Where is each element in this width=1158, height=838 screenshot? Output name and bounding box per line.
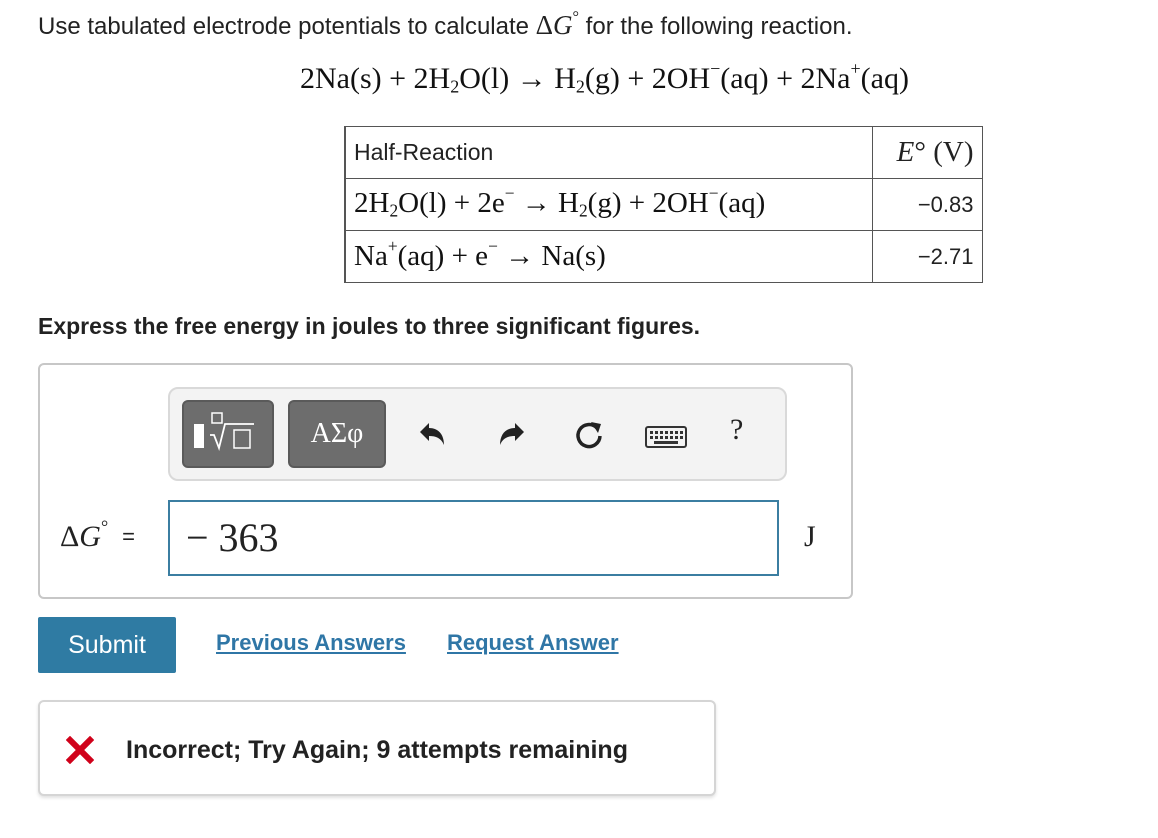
- feedback-box: Incorrect; Try Again; 9 attempts remaini…: [38, 700, 716, 796]
- label-degree: °: [100, 516, 109, 537]
- half-reaction-sodium: Na+(aq) + e− → Na(s): [344, 230, 873, 283]
- header-e-standard: E° (V): [871, 126, 983, 179]
- math-toolbar: ΑΣφ ?: [168, 387, 787, 481]
- undo-icon[interactable]: [416, 419, 450, 453]
- potential-sodium: −2.71: [871, 230, 983, 283]
- instruction-text: Express the free energy in joules to thr…: [38, 313, 701, 339]
- potential-water: −0.83: [871, 178, 983, 231]
- e-unit: ° (V): [914, 136, 974, 168]
- equals-sign: =: [122, 524, 136, 549]
- redo-icon[interactable]: [494, 419, 528, 453]
- templates-icon: [194, 412, 254, 451]
- half-reaction-water: 2H2O(l) + 2e− → H2(g) + 2OH−(aq): [344, 178, 873, 231]
- submit-button[interactable]: Submit: [38, 617, 176, 673]
- help-button[interactable]: ?: [730, 413, 743, 447]
- delta-symbol: Δ: [535, 10, 554, 40]
- feedback-message: Incorrect; Try Again; 9 attempts remaini…: [126, 736, 628, 764]
- answer-panel: ΑΣφ ? ΔG° = − 363 J: [38, 363, 853, 599]
- templates-button[interactable]: [182, 400, 274, 468]
- question-prompt: Use tabulated electrode potentials to ca…: [38, 9, 853, 41]
- prompt-text-before: Use tabulated electrode potentials to ca…: [38, 13, 536, 40]
- delta-g-label: ΔG° =: [60, 516, 136, 554]
- label-g: G: [79, 520, 101, 553]
- error-x-icon: [66, 736, 94, 764]
- g-symbol: G: [553, 10, 573, 40]
- unit-label: J: [804, 520, 816, 553]
- delta-g-symbol: ΔG°: [535, 9, 579, 40]
- header-half-reaction: Half-Reaction: [344, 126, 873, 179]
- previous-answers-link[interactable]: Previous Answers: [216, 630, 406, 656]
- table-row: 2H2O(l) + 2e− → H2(g) + 2OH−(aq) −0.83: [344, 178, 983, 231]
- reset-icon[interactable]: [572, 419, 606, 453]
- table-row: Na+(aq) + e− → Na(s) −2.71: [344, 230, 983, 283]
- label-delta: Δ: [60, 520, 80, 553]
- overall-reaction-equation: 2Na(s) + 2H2O(l) → H2(g) + 2OH−(aq) + 2N…: [300, 58, 909, 97]
- request-answer-link[interactable]: Request Answer: [447, 630, 619, 656]
- answer-input[interactable]: − 363: [168, 500, 779, 576]
- half-reaction-table: Half-Reaction E° (V) 2H2O(l) + 2e− → H2(…: [344, 126, 983, 283]
- table-header-row: Half-Reaction E° (V): [344, 126, 983, 179]
- e-symbol: E: [896, 136, 915, 168]
- prompt-text-after: for the following reaction.: [579, 13, 853, 40]
- symbols-button[interactable]: ΑΣφ: [288, 400, 386, 468]
- keyboard-icon[interactable]: [644, 419, 688, 453]
